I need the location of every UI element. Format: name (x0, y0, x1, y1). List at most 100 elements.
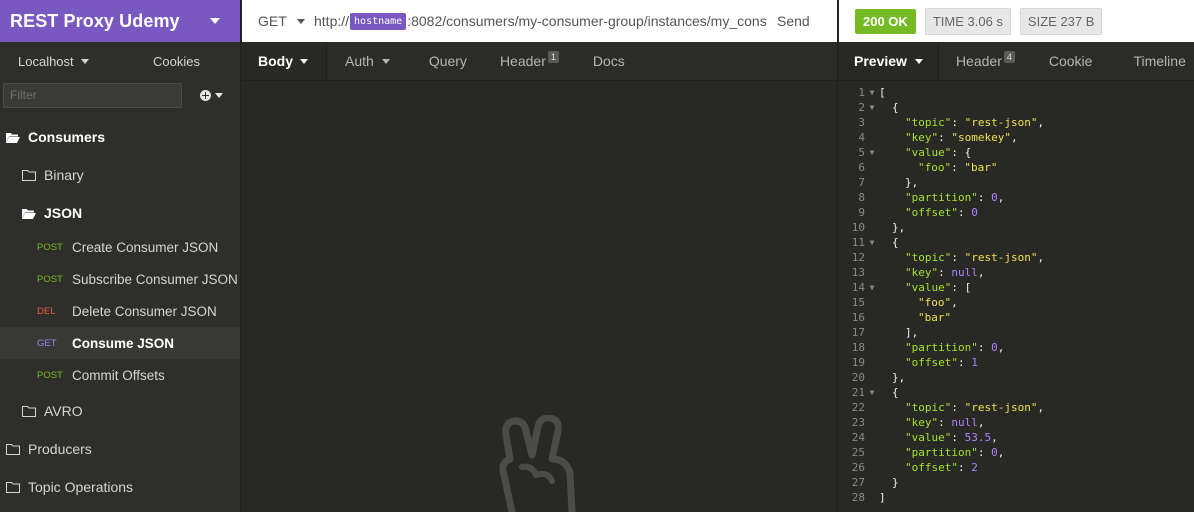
time-value: 3.06 s (967, 13, 1003, 29)
code-content: }, (879, 370, 905, 385)
code-token: "topic" (905, 116, 952, 129)
method-badge: POST (37, 369, 63, 381)
url-variable-tag[interactable]: hostname (350, 12, 407, 30)
code-token: } (892, 476, 899, 489)
line-number: 6 (858, 161, 865, 174)
url-input[interactable]: http:// hostname :8082/consumers/my-cons… (314, 12, 773, 30)
folder-json[interactable]: JSON (0, 204, 240, 222)
code-token: "offset" (905, 461, 958, 474)
folder-avro[interactable]: AVRO (0, 402, 240, 420)
fold-caret-icon[interactable]: ▼ (865, 385, 879, 400)
fold-caret-icon[interactable]: ▼ (865, 145, 879, 160)
request-item[interactable]: POST Create Consumer JSON (0, 231, 240, 263)
code-token: }, (905, 176, 919, 189)
folder-topic-operations[interactable]: Topic Operations (0, 478, 240, 496)
tab-body[interactable]: Body (242, 42, 327, 80)
method-badge: POST (37, 273, 63, 285)
code-token: : (957, 206, 972, 219)
folder-binary[interactable]: Binary (0, 166, 240, 184)
size-badge: SIZE 237 B (1019, 7, 1103, 35)
code-token: 1 (971, 356, 978, 369)
code-token: : (938, 416, 952, 429)
tab-docs[interactable]: Docs (575, 42, 641, 80)
code-content: } (879, 475, 899, 490)
folder-icon (6, 481, 20, 493)
tab-header[interactable]: Header 4 (939, 42, 1030, 80)
tab-cookie[interactable]: Cookie (1030, 42, 1108, 80)
code-token: : (977, 341, 992, 354)
request-item-active[interactable]: GET Consume JSON (0, 327, 240, 359)
code-line: 7}, (839, 175, 1194, 190)
folder-label: AVRO (44, 403, 83, 419)
tab-preview[interactable]: Preview (839, 42, 939, 80)
request-item[interactable]: DEL Delete Consumer JSON (0, 295, 240, 327)
code-token: "value" (905, 146, 952, 159)
add-menu-button[interactable] (200, 89, 223, 101)
tab-timeline[interactable]: Timeline (1107, 42, 1194, 80)
fold-caret-icon[interactable]: ▼ (865, 100, 879, 115)
request-name: Commit Offsets (72, 367, 165, 383)
code-line: 8 "partition": 0, (839, 190, 1194, 205)
fold-caret-icon[interactable]: ▼ (865, 280, 879, 295)
code-token: : (938, 131, 952, 144)
request-item[interactable]: POST Subscribe Consumer JSON (0, 263, 240, 295)
code-line: 3 "topic": "rest-json", (839, 115, 1194, 130)
workspace-menu[interactable]: REST Proxy Udemy (0, 0, 240, 42)
folder-producers[interactable]: Producers (0, 440, 240, 458)
code-content: "value": { (879, 145, 971, 160)
request-name: Subscribe Consumer JSON (72, 271, 238, 287)
cookies-button[interactable]: Cookies (153, 54, 200, 69)
code-token: , (1037, 116, 1045, 129)
folder-consumers[interactable]: Consumers (0, 128, 240, 146)
code-token: : { (951, 146, 972, 159)
request-item[interactable]: POST Commit Offsets (0, 359, 240, 391)
code-token: : (938, 266, 952, 279)
code-token: ] (879, 491, 886, 504)
code-token: : (951, 116, 965, 129)
chevron-down-icon (80, 58, 89, 64)
line-number: 8 (858, 191, 865, 204)
filter-input[interactable] (3, 82, 182, 108)
line-number: 27 (851, 476, 865, 489)
code-content: ], (879, 325, 918, 340)
code-content: "key": null, (879, 265, 985, 280)
environment-selector[interactable]: Localhost (0, 54, 120, 69)
send-button[interactable]: Send (773, 13, 837, 29)
fold-caret-icon[interactable]: ▼ (865, 235, 879, 250)
folder-label: JSON (44, 205, 83, 221)
url-suffix: :8082/consumers/my-consumer-group/instan… (407, 13, 767, 29)
line-number: 16 (851, 311, 865, 324)
code-content: "offset": 1 (879, 355, 978, 370)
tab-auth[interactable]: Auth (327, 42, 406, 80)
code-token: 0 (991, 446, 998, 459)
code-token: : (951, 251, 965, 264)
tab-query[interactable]: Query (406, 42, 483, 80)
code-token: "partition" (905, 341, 978, 354)
code-content: ] (879, 490, 886, 505)
code-token: , (951, 296, 958, 309)
code-token: : (951, 431, 965, 444)
chevron-down-icon (300, 58, 308, 64)
code-content: "foo", (879, 295, 958, 310)
response-pane: 200 OK TIME 3.06 s SIZE 237 B Preview He… (839, 0, 1194, 512)
tab-label: Auth (345, 53, 374, 69)
method-selector[interactable]: GET (258, 13, 314, 29)
code-token: : (977, 191, 992, 204)
code-token: }, (892, 221, 906, 234)
code-line: 11 ▼ { (839, 235, 1194, 250)
fold-caret-icon[interactable]: ▼ (865, 85, 879, 100)
code-token: , (997, 446, 1005, 459)
response-body-code[interactable]: 1 ▼[2 ▼{3 "topic": "rest-json", 4 "key": "som… (839, 85, 1194, 505)
code-token: "key" (905, 131, 939, 144)
environment-row: Localhost Cookies (0, 42, 240, 80)
tab-header[interactable]: Header 1 (483, 42, 575, 80)
code-content: { (879, 100, 899, 115)
